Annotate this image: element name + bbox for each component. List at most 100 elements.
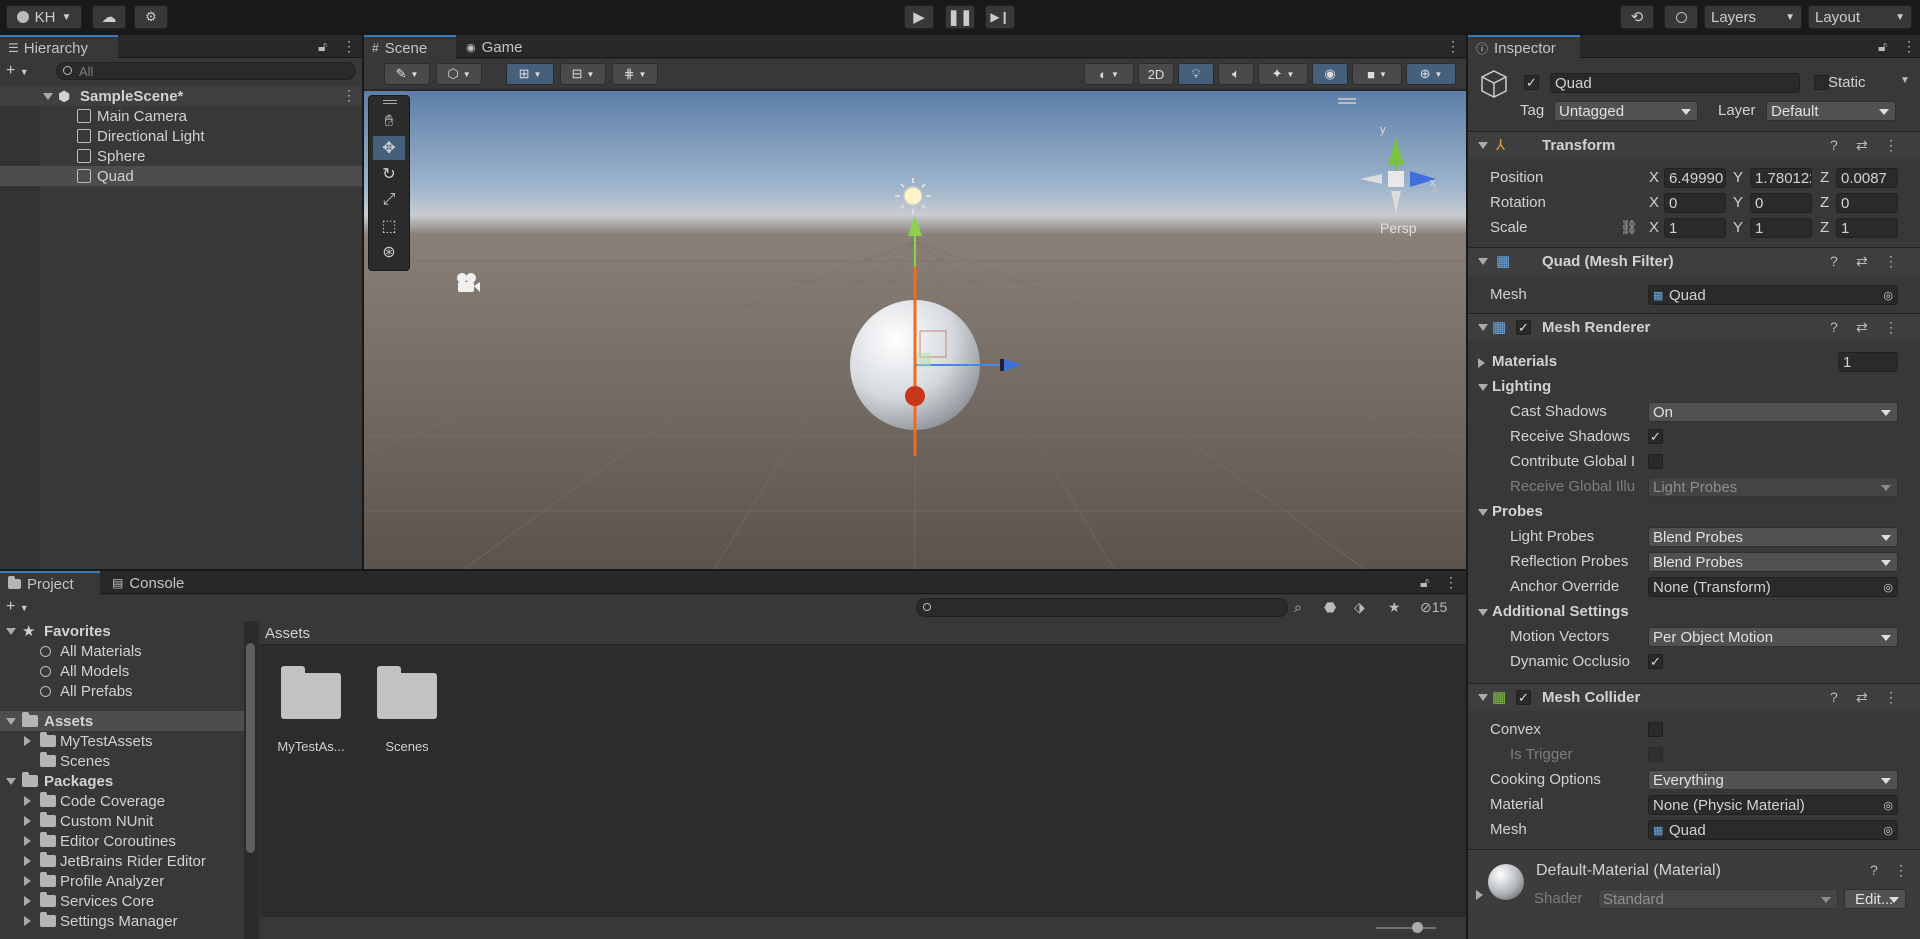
asset-grid-item[interactable]: MyTestAs... (276, 665, 346, 761)
kebab-menu-icon[interactable]: ⋮ (1902, 38, 1916, 55)
asset-folder-item[interactable]: MyTestAssets (0, 731, 244, 751)
kebab-menu-icon[interactable]: ⋮ (342, 87, 356, 104)
cloud-button[interactable]: ☁ (92, 5, 126, 29)
kebab-menu-icon[interactable]: ⋮ (342, 38, 356, 55)
fold-icon[interactable] (1478, 384, 1488, 391)
kebab-menu-icon[interactable]: ⋮ (1446, 38, 1460, 55)
help-icon[interactable]: ? (1830, 137, 1838, 153)
favorites-item[interactable]: All Prefabs (0, 681, 244, 701)
position-x-field[interactable]: 6.49990 (1664, 168, 1726, 188)
hand-tool-button[interactable]: ✋︎ (373, 110, 405, 134)
object-picker-icon[interactable]: ◎ (1883, 581, 1893, 594)
tab-scene[interactable]: # Scene (364, 35, 456, 59)
tab-inspector[interactable]: ⓘ Inspector (1468, 35, 1580, 59)
increment-snap-dropdown[interactable]: ⊟ ▼ (560, 63, 606, 85)
tab-hierarchy[interactable]: ☰ Hierarchy (0, 35, 118, 59)
filter-type-icon[interactable]: ⬣ (1324, 599, 1336, 616)
packages-header[interactable]: Packages (0, 771, 244, 791)
position-y-field[interactable]: 1.780122 (1750, 168, 1812, 188)
edit-shader-button[interactable]: Edit... (1844, 889, 1906, 909)
create-button[interactable]: + ▼ (6, 598, 36, 616)
object-picker-icon[interactable]: ◎ (1883, 799, 1893, 812)
light-probes-dropdown[interactable]: Blend Probes (1648, 527, 1898, 547)
package-item[interactable]: Services Core (0, 891, 244, 911)
materials-size-field[interactable]: 1 (1838, 352, 1898, 372)
enabled-checkbox[interactable]: ✓ (1516, 690, 1531, 705)
help-icon[interactable]: ? (1830, 253, 1838, 269)
effects-dropdown[interactable]: ✦ ▼ (1258, 63, 1308, 85)
shader-dropdown[interactable]: Standard (1598, 889, 1838, 909)
hierarchy-item[interactable]: Quad (0, 166, 362, 186)
preset-icon[interactable]: ⇄ (1856, 319, 1868, 336)
search-button[interactable] (1664, 5, 1698, 29)
object-picker-icon[interactable]: ◎ (1883, 289, 1893, 302)
rotate-tool-button[interactable]: ↻ (373, 162, 405, 186)
lock-icon[interactable]: 🔓︎ (318, 38, 327, 55)
help-icon[interactable]: ? (1830, 319, 1838, 335)
step-button[interactable]: ▶❙ (985, 5, 1015, 29)
breadcrumb-item[interactable]: Assets (265, 625, 310, 642)
layout-dropdown[interactable]: Layout ▼ (1808, 5, 1912, 29)
rotation-x-field[interactable]: 0 (1664, 193, 1726, 213)
cooking-options-dropdown[interactable]: Everything (1648, 770, 1898, 790)
preset-icon[interactable]: ⇄ (1856, 253, 1868, 270)
material-preview-icon[interactable] (1488, 864, 1524, 900)
motion-vectors-dropdown[interactable]: Per Object Motion (1648, 627, 1898, 647)
active-checkbox[interactable]: ✓ (1524, 75, 1539, 90)
chevron-down-icon[interactable]: ▼ (1900, 75, 1910, 86)
account-dropdown[interactable]: KH ▼ (6, 5, 82, 29)
position-z-field[interactable]: 0.0087 (1836, 168, 1898, 188)
move-tool-button[interactable]: ✥ (373, 136, 405, 160)
layer-dropdown[interactable]: Default (1766, 101, 1896, 121)
scene-row[interactable]: ⬢ SampleScene* ⋮ (0, 86, 362, 106)
zoom-slider[interactable] (1376, 927, 1436, 929)
favorites-header[interactable]: ★ Favorites (0, 621, 244, 641)
project-search-input[interactable] (916, 598, 1288, 617)
tab-console[interactable]: ▤ Console (104, 571, 204, 595)
gameobject-icon[interactable] (1476, 67, 1512, 103)
camera-settings-dropdown[interactable]: ■ ▼ (1352, 63, 1402, 85)
kebab-menu-icon[interactable]: ⋮ (1884, 319, 1898, 336)
fold-icon[interactable] (1478, 509, 1488, 516)
kebab-menu-icon[interactable]: ⋮ (1884, 689, 1898, 706)
gizmos-dropdown[interactable]: ⊕ ▼ (1406, 63, 1456, 85)
pause-button[interactable]: ❚❚ (945, 5, 975, 29)
scale-x-field[interactable]: 1 (1664, 218, 1726, 238)
asset-grid-item[interactable]: Scenes (372, 665, 442, 761)
undo-history-button[interactable]: ⟲ (1620, 5, 1654, 29)
rotation-z-field[interactable]: 0 (1836, 193, 1898, 213)
collider-mesh-field[interactable]: ▦ Quad ◎ (1648, 820, 1898, 840)
object-name-field[interactable]: Quad (1550, 73, 1800, 93)
is-trigger-checkbox[interactable] (1648, 747, 1663, 762)
layers-dropdown[interactable]: Layers ▼ (1704, 5, 1802, 29)
rotation-y-field[interactable]: 0 (1750, 193, 1812, 213)
audio-toggle[interactable]: 🔈︎ (1218, 63, 1254, 85)
play-button[interactable]: ▶ (904, 5, 934, 29)
favorites-item[interactable]: All Models (0, 661, 244, 681)
package-item[interactable]: Editor Coroutines (0, 831, 244, 851)
kebab-menu-icon[interactable]: ⋮ (1444, 574, 1458, 591)
mesh-filter-header[interactable]: ▦ Quad (Mesh Filter) ? ⇄ ⋮ (1468, 247, 1920, 275)
preset-icon[interactable]: ⇄ (1856, 137, 1868, 154)
lighting-toggle[interactable]: 💡︎ (1178, 63, 1214, 85)
cast-shadows-dropdown[interactable]: On (1648, 402, 1898, 422)
hierarchy-item[interactable]: Sphere (0, 146, 362, 166)
draw-mode-dropdown[interactable]: ✎ ▼ (384, 63, 430, 85)
tab-project[interactable]: Project (0, 571, 100, 595)
scale-y-field[interactable]: 1 (1750, 218, 1812, 238)
help-icon[interactable]: ? (1870, 862, 1878, 878)
collab-button[interactable]: ⚙ (134, 5, 168, 29)
contribute-gi-checkbox[interactable] (1648, 454, 1663, 469)
fold-icon[interactable] (1476, 890, 1483, 900)
package-item[interactable]: JetBrains Rider Editor (0, 851, 244, 871)
object-picker-icon[interactable]: ◎ (1883, 824, 1893, 837)
search-by-type-icon[interactable]: ⌕ (1294, 599, 1302, 616)
favorites-item[interactable]: All Materials (0, 641, 244, 661)
tag-icon[interactable]: ⬗ (1354, 599, 1365, 616)
transform-header[interactable]: ⅄ Transform ? ⇄ ⋮ (1468, 131, 1920, 159)
preset-icon[interactable]: ⇄ (1856, 689, 1868, 706)
asset-folder-item[interactable]: Scenes (0, 751, 244, 771)
link-icon[interactable]: ⛓︎ (1620, 219, 1638, 236)
reflection-probes-dropdown[interactable]: Blend Probes (1648, 552, 1898, 572)
zoom-slider-thumb[interactable] (1412, 922, 1423, 933)
